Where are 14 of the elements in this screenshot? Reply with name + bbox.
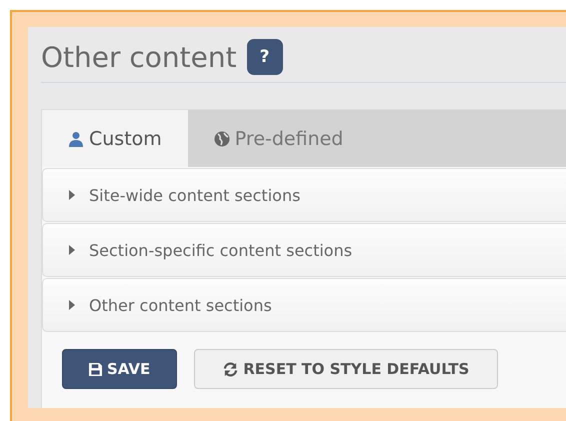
accordion-row[interactable]: Site-wide content sections [42,168,566,222]
tab[interactable]: Custom [42,110,188,167]
globe-icon [214,130,230,146]
accordion-row[interactable]: Other content sections [42,278,566,332]
section-title: Other content [41,40,237,74]
refresh-icon [223,362,238,376]
reset-button[interactable]: RESET TO STYLE DEFAULTS [194,349,498,389]
user-icon [68,130,84,146]
help-button[interactable]: ? [246,39,283,75]
caret-icon [69,300,75,310]
save-button[interactable]: SAVE [62,349,178,389]
caret-icon [69,245,75,255]
accordion-row[interactable]: Section-specific content sections [42,223,566,277]
caret-icon [69,190,75,200]
